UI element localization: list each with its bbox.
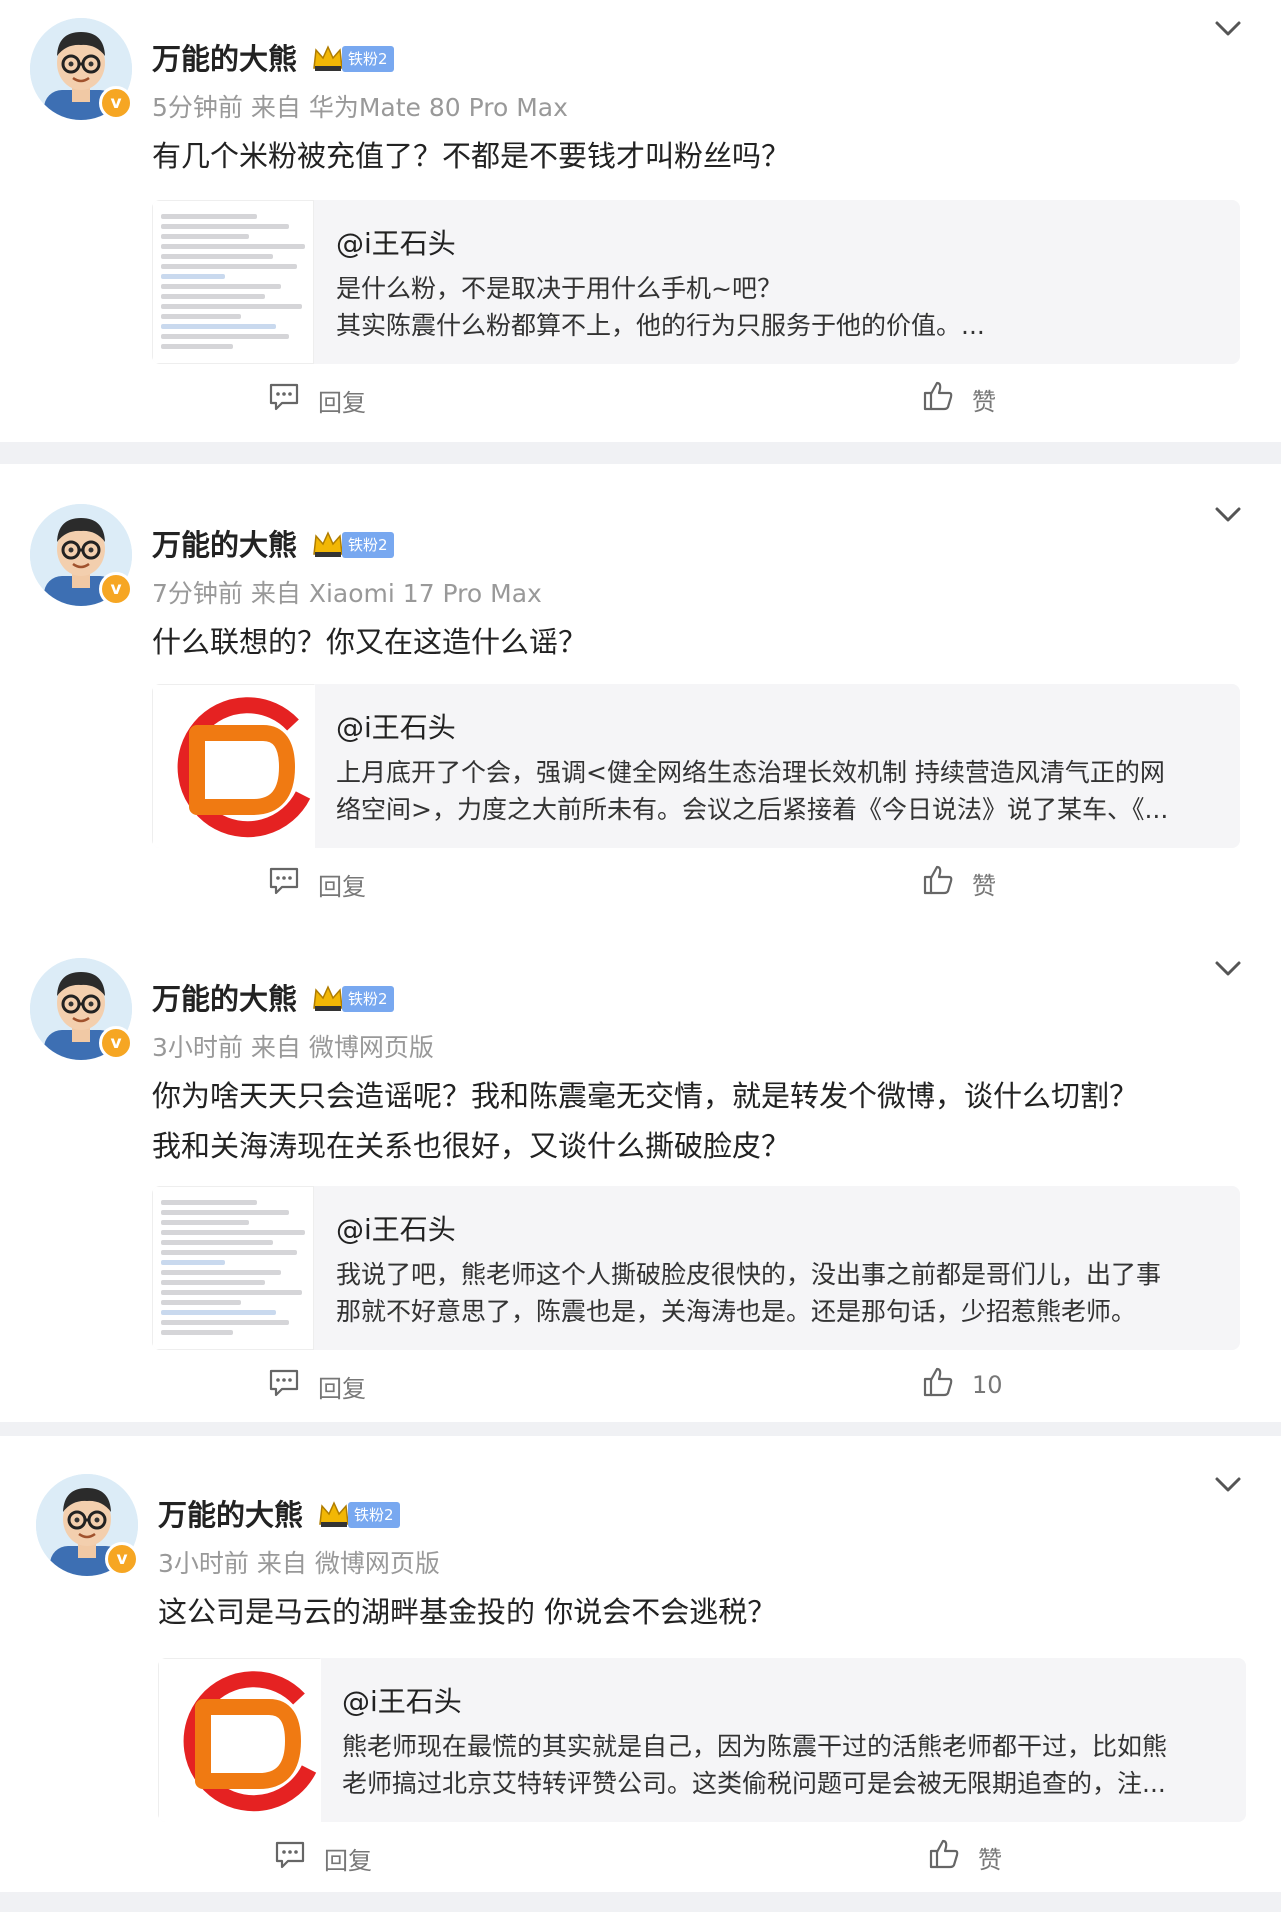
reply-button[interactable]: 回复 xyxy=(274,1840,372,1876)
screenshot-thumbnail xyxy=(152,1186,314,1350)
fan-level-badge[interactable]: 铁粉2 xyxy=(342,986,394,1012)
quoted-excerpt: 熊老师现在最慌的其实就是自己，因为陈震干过的活熊老师都干过，比如熊 老师搞过北京艾… xyxy=(342,1728,1222,1802)
excerpt-line: 上月底开了个会，强调<健全网络生态治理长效机制 持续营造风清气正的网 xyxy=(336,758,1165,787)
username[interactable]: 万能的大熊 xyxy=(152,522,297,564)
like-label: 赞 xyxy=(972,387,996,416)
fan-level-badge[interactable]: 铁粉2 xyxy=(348,1502,400,1528)
post-source: 来自 微博网页版 xyxy=(250,1033,434,1062)
like-label: 赞 xyxy=(972,871,996,900)
username[interactable]: 万能的大熊 xyxy=(158,1492,303,1534)
reply-label: 回复 xyxy=(324,1846,372,1875)
chevron-down-icon[interactable] xyxy=(1213,18,1243,40)
post-time: 7分钟前 xyxy=(152,579,243,608)
thumbs-up-icon xyxy=(928,1838,978,1876)
crown-icon xyxy=(312,44,344,72)
fan-level-badge[interactable]: 铁粉2 xyxy=(342,532,394,558)
thumbs-up-icon xyxy=(922,380,972,418)
post-time: 5分钟前 xyxy=(152,93,243,122)
quoted-author[interactable]: @i王石头 xyxy=(336,1208,456,1248)
post-meta: 5分钟前 来自 华为Mate 80 Pro Max xyxy=(152,88,568,124)
excerpt-line: 我说了吧，熊老师这个人撕破脸皮很快的，没出事之前都是哥们儿，出了事 xyxy=(336,1260,1162,1289)
excerpt-line: 老师搞过北京艾特转评赞公司。这类偷税问题可是会被无限期追查的，注... xyxy=(342,1769,1166,1798)
logo-thumbnail xyxy=(152,684,315,848)
reply-icon xyxy=(274,1840,324,1876)
comment-text: 有几个米粉被充值了？不都是不要钱才叫粉丝吗？ xyxy=(152,139,791,173)
quoted-post-card[interactable]: @i王石头熊老师现在最慌的其实就是自己，因为陈震干过的活熊老师都干过，比如熊 老师… xyxy=(158,1658,1246,1822)
like-label: 10 xyxy=(972,1371,1003,1399)
verified-badge-icon: v xyxy=(99,1026,133,1060)
post-time: 3小时前 xyxy=(152,1033,243,1062)
post-time: 3小时前 xyxy=(158,1549,249,1578)
comment-post: v 万能的大熊 铁粉2 5分钟前 来自 华为Mate 80 Pro Max 有几个米粉被充… xyxy=(0,0,1281,440)
quoted-post-card[interactable]: @i王石头我说了吧，熊老师这个人撕破脸皮很快的，没出事之前都是哥们儿，出了事 那就… xyxy=(152,1186,1240,1350)
comment-post: v 万能的大熊 铁粉2 7分钟前 来自 Xiaomi 17 Pro Max 什么联想的？你… xyxy=(0,486,1281,926)
comment-post: v 万能的大熊 铁粉2 3小时前 来自 微博网页版这公司是马云的湖畔基金投的 你说会不会… xyxy=(0,1456,1281,1896)
comment-text: 你为啥天天只会造谣呢？我和陈震毫无交情，就是转发个微博，谈什么切割？ xyxy=(152,1079,1139,1113)
like-button[interactable]: 赞 xyxy=(922,864,996,902)
reply-icon xyxy=(268,382,318,418)
chevron-down-icon[interactable] xyxy=(1213,504,1243,526)
username[interactable]: 万能的大熊 xyxy=(152,36,297,78)
excerpt-line: 熊老师现在最慌的其实就是自己，因为陈震干过的活熊老师都干过，比如熊 xyxy=(342,1732,1168,1761)
like-button[interactable]: 赞 xyxy=(922,380,996,418)
comment-feed: v 万能的大熊 铁粉2 5分钟前 来自 华为Mate 80 Pro Max 有几个米粉被充… xyxy=(0,0,1281,1912)
crown-icon xyxy=(312,530,344,558)
post-meta: 3小时前 来自 微博网页版 xyxy=(158,1544,440,1580)
quoted-author[interactable]: @i王石头 xyxy=(342,1680,462,1720)
post-source: 来自 Xiaomi 17 Pro Max xyxy=(250,579,542,608)
reply-label: 回复 xyxy=(318,388,366,417)
quoted-excerpt: 上月底开了个会，强调<健全网络生态治理长效机制 持续营造风清气正的网 络空间>，力… xyxy=(336,754,1216,828)
excerpt-line: 其实陈震什么粉都算不上，他的行为只服务于他的价值。... xyxy=(336,311,985,340)
like-button[interactable]: 赞 xyxy=(928,1838,1002,1876)
crown-icon xyxy=(312,984,344,1012)
reply-icon xyxy=(268,1368,318,1404)
post-separator xyxy=(0,1422,1281,1436)
comment-text: 这公司是马云的湖畔基金投的 你说会不会逃税？ xyxy=(158,1595,777,1629)
post-source: 来自 华为Mate 80 Pro Max xyxy=(250,93,568,122)
quoted-author[interactable]: @i王石头 xyxy=(336,706,456,746)
thumbs-up-icon xyxy=(922,1366,972,1404)
post-meta: 7分钟前 来自 Xiaomi 17 Pro Max xyxy=(152,574,542,610)
crown-icon xyxy=(318,1500,350,1528)
screenshot-thumbnail xyxy=(152,200,314,364)
quoted-post-card[interactable]: @i王石头上月底开了个会，强调<健全网络生态治理长效机制 持续营造风清气正的网络… xyxy=(152,684,1240,848)
comment-text: 什么联想的？你又在这造什么谣？ xyxy=(152,625,588,659)
post-meta: 3小时前 来自 微博网页版 xyxy=(152,1028,434,1064)
verified-badge-icon: v xyxy=(99,572,133,606)
post-separator xyxy=(0,442,1281,464)
reply-label: 回复 xyxy=(318,1374,366,1403)
excerpt-line: 那就不好意思了，陈震也是，关海涛也是。还是那句话，少招惹熊老师。 xyxy=(336,1297,1137,1326)
chevron-down-icon[interactable] xyxy=(1213,1474,1243,1496)
chevron-down-icon[interactable] xyxy=(1213,958,1243,980)
fan-level-badge[interactable]: 铁粉2 xyxy=(342,46,394,72)
quoted-post-card[interactable]: @i王石头是什么粉，不是取决于用什么手机~吧？ 其实陈震什么粉都算不上，他的行为只… xyxy=(152,200,1240,364)
username[interactable]: 万能的大熊 xyxy=(152,976,297,1018)
reply-button[interactable]: 回复 xyxy=(268,382,366,418)
like-label: 赞 xyxy=(978,1845,1002,1874)
quoted-excerpt: 是什么粉，不是取决于用什么手机~吧？ 其实陈震什么粉都算不上，他的行为只服务于他的… xyxy=(336,270,1216,344)
reply-label: 回复 xyxy=(318,872,366,901)
reply-button[interactable]: 回复 xyxy=(268,1368,366,1404)
verified-badge-icon: v xyxy=(105,1542,139,1576)
comment-text: 我和关海涛现在关系也很好，又谈什么撕破脸皮？ xyxy=(152,1129,791,1163)
logo-thumbnail xyxy=(158,1658,321,1822)
verified-badge-icon: v xyxy=(99,86,133,120)
quoted-author[interactable]: @i王石头 xyxy=(336,222,456,262)
reply-button[interactable]: 回复 xyxy=(268,866,366,902)
reply-icon xyxy=(268,866,318,902)
quoted-excerpt: 我说了吧，熊老师这个人撕破脸皮很快的，没出事之前都是哥们儿，出了事 那就不好意思了… xyxy=(336,1256,1216,1330)
excerpt-line: 是什么粉，不是取决于用什么手机~吧？ xyxy=(336,274,782,303)
like-button[interactable]: 10 xyxy=(922,1366,1003,1404)
comment-post: v 万能的大熊 铁粉2 3小时前 来自 微博网页版你为啥天天只会造谣呢？我和陈震毫无交情… xyxy=(0,940,1281,1403)
thumbs-up-icon xyxy=(922,864,972,902)
post-source: 来自 微博网页版 xyxy=(256,1549,440,1578)
excerpt-line: 络空间>，力度之大前所未有。会议之后紧接着《今日说法》说了某车、《... xyxy=(336,795,1169,824)
